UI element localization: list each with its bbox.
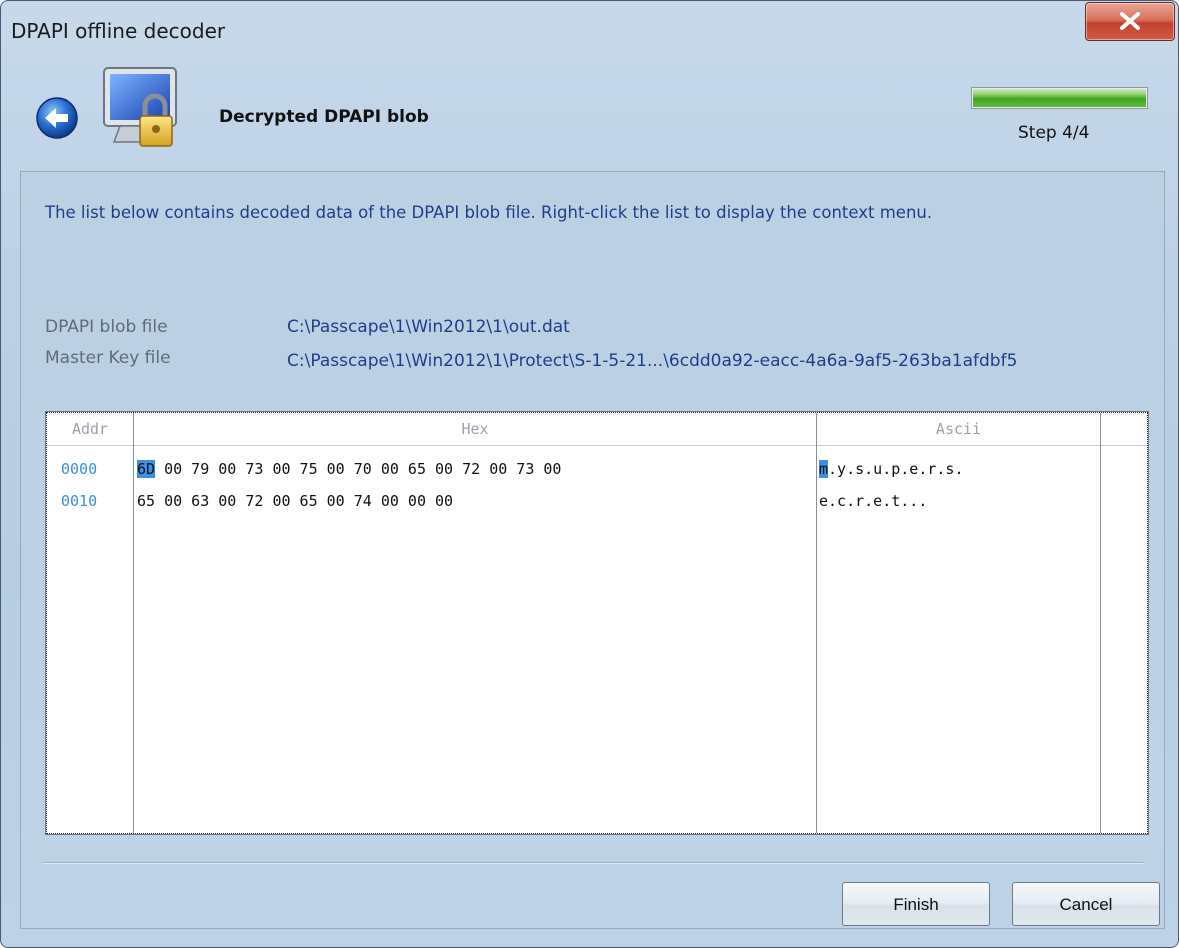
column-divider	[133, 413, 134, 833]
content-panel: The list below contains decoded data of …	[20, 171, 1165, 929]
blob-file-value: C:\Passcape\1\Win2012\1\out.dat	[287, 317, 570, 337]
row-ascii-chars: .y.s.u.p.e.r.s.	[828, 460, 964, 478]
monitor-lock-icon	[103, 67, 177, 147]
column-header-addr[interactable]: Addr	[47, 413, 133, 446]
row-hex[interactable]: 6D 00 79 00 73 00 75 00 70 00 65 00 72 0…	[137, 460, 561, 478]
master-key-value: C:\Passcape\1\Win2012\1\Protect\S-1-5-21…	[287, 351, 1018, 371]
row-ascii-chars: e.c.r.e.t...	[819, 492, 928, 510]
row-addr: 0010	[61, 492, 98, 510]
close-icon	[1120, 12, 1140, 30]
step-label: Step 4/4	[1018, 123, 1090, 143]
description-text: The list below contains decoded data of …	[45, 203, 933, 222]
row-addr: 0000	[61, 460, 98, 478]
row-hex[interactable]: 65 00 63 00 72 00 65 00 74 00 00 00	[137, 492, 453, 510]
page-title: Decrypted DPAPI blob	[219, 107, 429, 127]
master-key-label: Master Key file	[45, 348, 171, 368]
column-header-ascii[interactable]: Ascii	[817, 413, 1100, 446]
finish-button[interactable]: Finish	[842, 882, 990, 926]
column-header-empty	[1101, 413, 1147, 446]
hex-view-list[interactable]: Addr Hex Ascii 0000 6D 00 79 00 73 00 75…	[45, 411, 1149, 835]
blob-file-label: DPAPI blob file	[45, 317, 168, 337]
column-divider	[1100, 413, 1101, 833]
separator	[43, 862, 1143, 864]
ascii-cursor: m	[819, 460, 829, 478]
column-divider	[816, 413, 817, 833]
back-arrow-icon[interactable]	[35, 96, 79, 140]
row-hex-bytes: 65 00 63 00 72 00 65 00 74 00 00 00	[137, 492, 454, 510]
row-ascii[interactable]: m.y.s.u.p.e.r.s.	[819, 460, 964, 478]
column-header-hex[interactable]: Hex	[134, 413, 816, 446]
hex-cursor: 6D	[137, 460, 156, 478]
row-hex-bytes: 00 79 00 73 00 75 00 70 00 65 00 72 00 7…	[155, 460, 562, 478]
progress-bar	[971, 87, 1148, 109]
dialog-window: DPAPI offline decoder Decrypted DPAPI bl…	[0, 0, 1179, 948]
cancel-button[interactable]: Cancel	[1012, 882, 1160, 926]
row-ascii[interactable]: e.c.r.e.t...	[819, 492, 927, 510]
close-button[interactable]	[1085, 2, 1175, 41]
window-title: DPAPI offline decoder	[11, 19, 226, 43]
progress-fill	[973, 89, 1146, 107]
